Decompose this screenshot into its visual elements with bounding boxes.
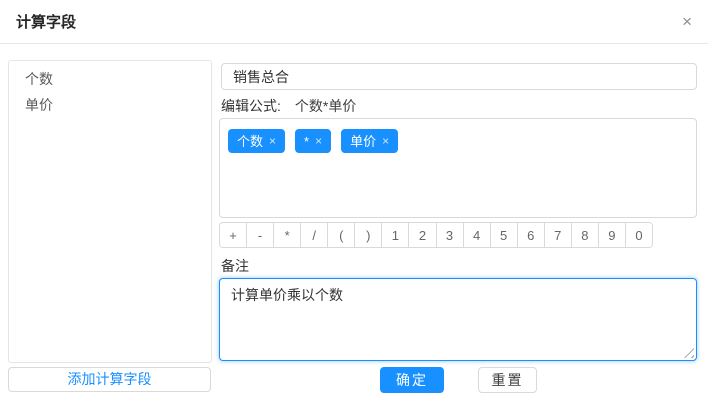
formula-token-label: 个数 bbox=[237, 135, 263, 148]
remove-token-icon[interactable]: × bbox=[382, 135, 389, 147]
keypad-key[interactable]: - bbox=[247, 223, 274, 247]
reset-button[interactable]: 重置 bbox=[478, 367, 537, 393]
keypad-key[interactable]: 1 bbox=[382, 223, 409, 247]
keypad-key[interactable]: 3 bbox=[437, 223, 464, 247]
field-name-input[interactable] bbox=[221, 63, 697, 90]
keypad-key[interactable]: 6 bbox=[518, 223, 545, 247]
formula-token[interactable]: 单价 × bbox=[341, 129, 398, 153]
keypad-key[interactable]: 7 bbox=[545, 223, 572, 247]
formula-token[interactable]: 个数 × bbox=[228, 129, 285, 153]
remove-token-icon[interactable]: × bbox=[315, 135, 322, 147]
keypad-key[interactable]: 0 bbox=[626, 223, 652, 247]
note-label: 备注 bbox=[221, 256, 249, 276]
formula-editor-area[interactable]: 个数 × * × 单价 × bbox=[219, 118, 697, 218]
field-list-item[interactable]: 单价 bbox=[9, 92, 211, 118]
add-calculated-field-button[interactable]: 添加计算字段 bbox=[8, 367, 211, 392]
keypad-key[interactable]: 5 bbox=[491, 223, 518, 247]
keypad-key[interactable]: 9 bbox=[599, 223, 626, 247]
formula-preview: 个数*单价 bbox=[295, 96, 356, 116]
note-textarea-wrap: 计算单价乘以个数 bbox=[219, 278, 697, 361]
calculated-field-dialog: 计算字段 × 个数 单价 添加计算字段 编辑公式: 个数*单价 个数 × * ×… bbox=[0, 0, 708, 403]
formula-token[interactable]: * × bbox=[295, 129, 331, 153]
keypad-key[interactable]: * bbox=[274, 223, 301, 247]
keypad-key[interactable]: ( bbox=[328, 223, 355, 247]
formula-token-label: 单价 bbox=[350, 135, 376, 148]
keypad-key[interactable]: / bbox=[301, 223, 328, 247]
formula-label: 编辑公式: bbox=[221, 96, 281, 116]
dialog-header: 计算字段 × bbox=[0, 0, 708, 44]
operator-keypad: + - * / ( ) 1 2 3 4 5 6 7 8 9 0 bbox=[219, 222, 653, 248]
field-list: 个数 单价 bbox=[8, 60, 212, 363]
keypad-key[interactable]: ) bbox=[355, 223, 382, 247]
remove-token-icon[interactable]: × bbox=[269, 135, 276, 147]
keypad-key[interactable]: 2 bbox=[409, 223, 436, 247]
keypad-key[interactable]: + bbox=[220, 223, 247, 247]
formula-caption: 编辑公式: 个数*单价 bbox=[221, 98, 356, 114]
confirm-button[interactable]: 确定 bbox=[380, 367, 444, 393]
field-list-item[interactable]: 个数 bbox=[9, 66, 211, 92]
close-icon[interactable]: × bbox=[682, 13, 692, 30]
formula-token-label: * bbox=[304, 135, 309, 148]
note-textarea[interactable]: 计算单价乘以个数 bbox=[219, 278, 697, 361]
keypad-key[interactable]: 8 bbox=[572, 223, 599, 247]
keypad-key[interactable]: 4 bbox=[464, 223, 491, 247]
dialog-title: 计算字段 bbox=[16, 11, 76, 32]
